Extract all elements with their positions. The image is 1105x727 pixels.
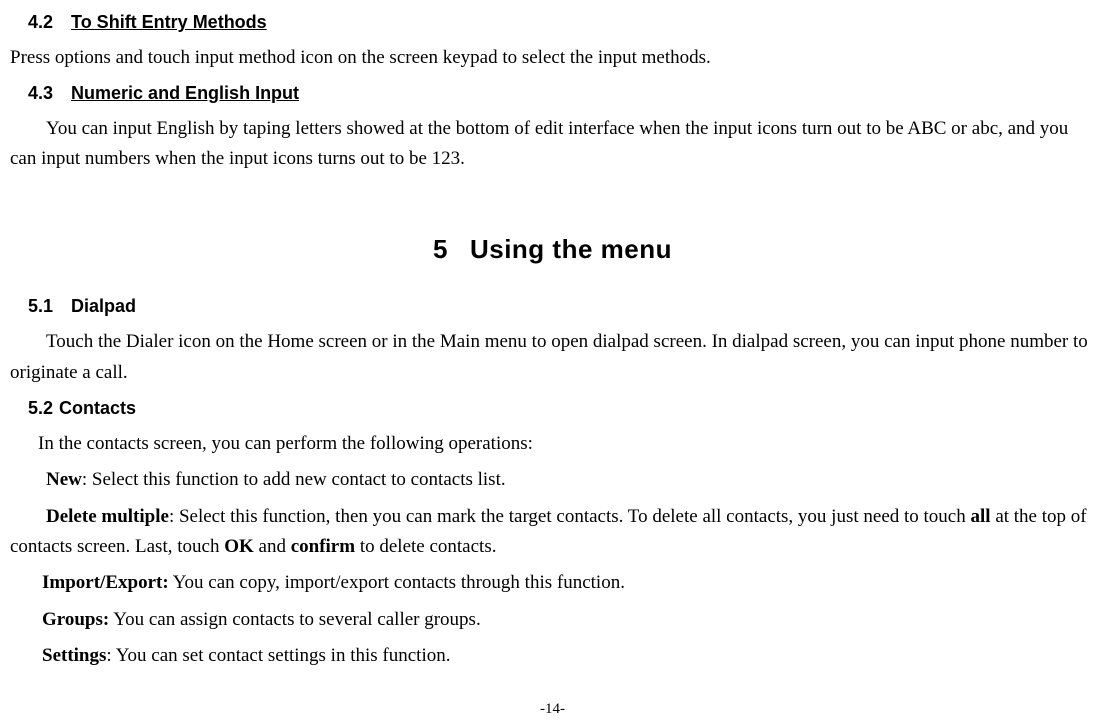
heading-number: 4.3 — [28, 79, 53, 108]
import-text: You can copy, import/export contacts thr… — [169, 572, 625, 593]
chapter-number: 5 — [433, 234, 448, 264]
delete-ok: OK — [224, 536, 254, 557]
heading-number: 4.2 — [28, 8, 53, 37]
chapter-5-heading: 5 Using the menu — [10, 229, 1095, 271]
chapter-title: Using the menu — [470, 234, 672, 264]
delete-text-1: : Select this function, then you can mar… — [169, 506, 971, 527]
contacts-import-line: Import/Export: You can copy, import/expo… — [10, 568, 1095, 598]
heading-title: Contacts — [59, 398, 136, 418]
heading-number: 5.2 — [28, 394, 53, 423]
contacts-new-line: New: Select this function to add new con… — [10, 465, 1095, 495]
heading-title: Numeric and English Input — [71, 83, 299, 103]
heading-title: To Shift Entry Methods — [71, 12, 267, 32]
delete-confirm: confirm — [291, 536, 355, 557]
heading-4-3: 4.3 Numeric and English Input — [28, 79, 1095, 108]
delete-all: all — [971, 506, 991, 527]
section-5-2-intro: In the contacts screen, you can perform … — [10, 429, 1095, 459]
new-label: New — [46, 469, 82, 490]
heading-5-1: 5.1 Dialpad — [28, 292, 1095, 321]
section-4-2-body: Press options and touch input method ico… — [10, 43, 1095, 73]
settings-label: Settings — [42, 645, 106, 666]
heading-title: Dialpad — [71, 296, 136, 316]
heading-number: 5.1 — [28, 292, 53, 321]
delete-text-3: and — [254, 536, 291, 557]
contacts-delete-line: Delete multiple: Select this function, t… — [10, 502, 1095, 563]
section-5-1-body: Touch the Dialer icon on the Home screen… — [10, 327, 1095, 388]
heading-4-2: 4.2 To Shift Entry Methods — [28, 8, 1095, 37]
delete-label: Delete multiple — [46, 506, 169, 527]
contacts-groups-line: Groups: You can assign contacts to sever… — [10, 605, 1095, 635]
page-number: -14- — [0, 697, 1105, 721]
section-4-3-body: You can input English by taping letters … — [10, 114, 1095, 175]
groups-text: You can assign contacts to several calle… — [109, 609, 480, 630]
import-label: Import/Export: — [42, 572, 169, 593]
new-text: : Select this function to add new contac… — [82, 469, 506, 490]
settings-text: : You can set contact settings in this f… — [106, 645, 450, 666]
contacts-settings-line: Settings: You can set contact settings i… — [10, 641, 1095, 671]
delete-text-4: to delete contacts. — [355, 536, 496, 557]
groups-label: Groups: — [42, 609, 109, 630]
heading-5-2: 5.2 Contacts — [28, 394, 1095, 423]
